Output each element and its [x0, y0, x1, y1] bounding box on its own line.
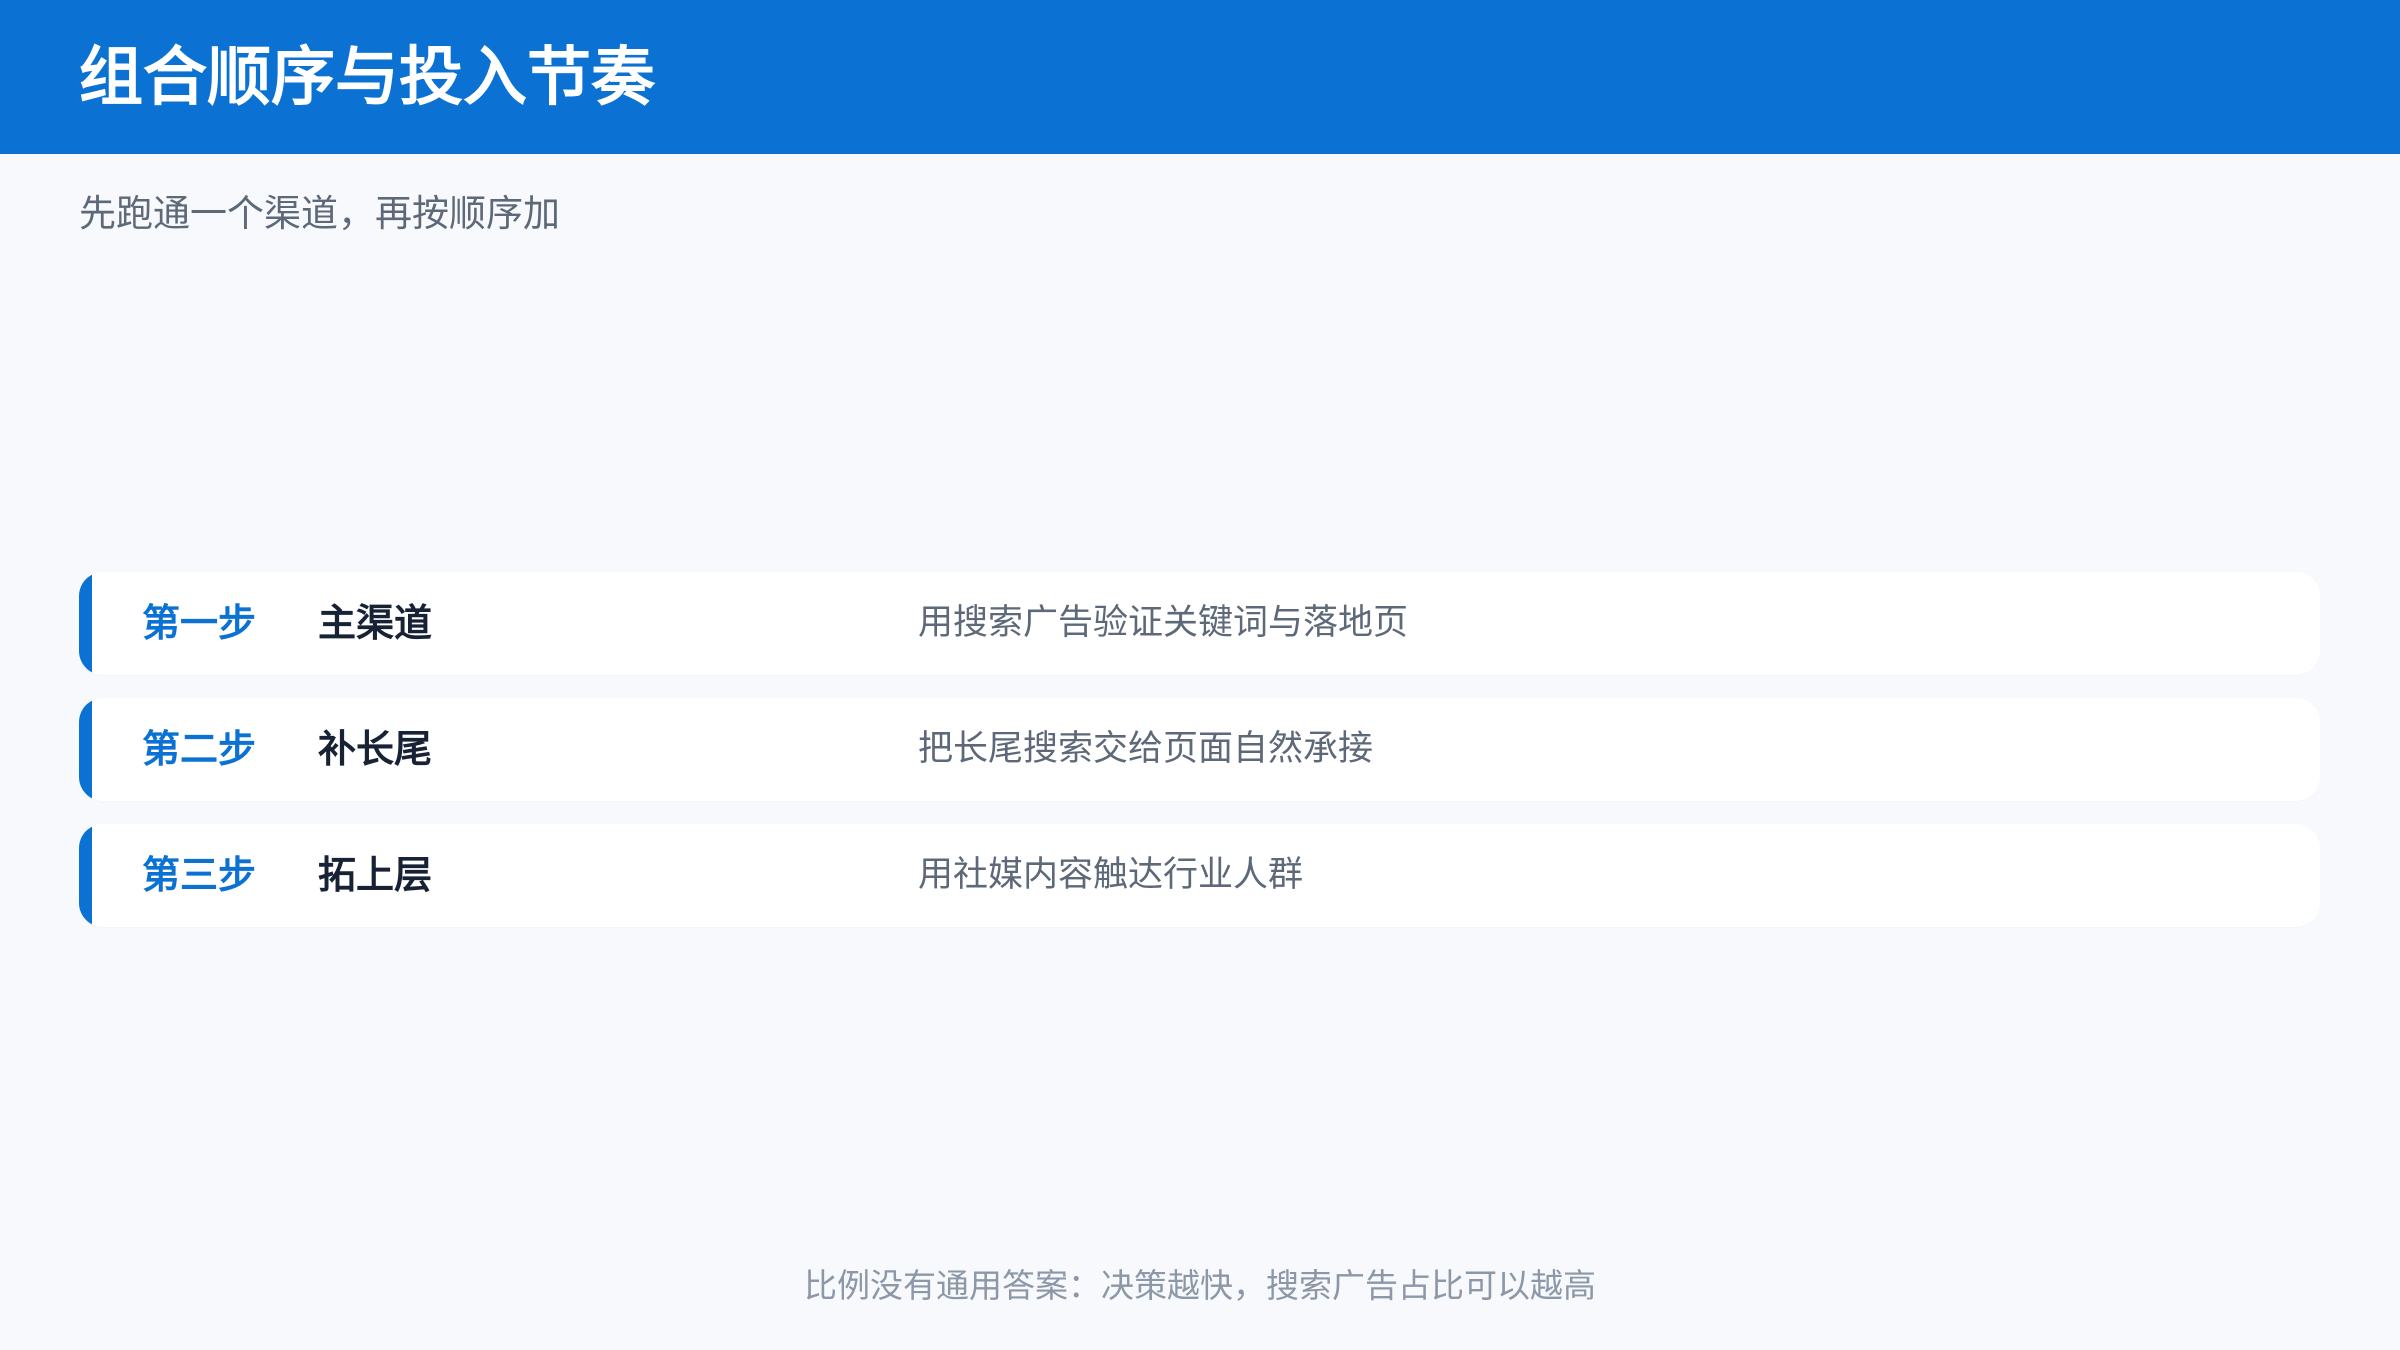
- footer-note: 比例没有通用答案：决策越快，搜索广告占比可以越高: [804, 1266, 1596, 1305]
- page-title: 组合顺序与投入节奏: [79, 41, 655, 115]
- step-row-3: 第三步 拓上层 用社媒内容触达行业人群: [79, 824, 2320, 927]
- step-row-2: 第二步 补长尾 把长尾搜索交给页面自然承接: [79, 698, 2320, 801]
- step-label: 第一步: [142, 601, 257, 645]
- page-subtitle: 先跑通一个渠道，再按顺序加: [79, 192, 560, 235]
- step-label: 第三步: [142, 853, 257, 897]
- step-channel: 主渠道: [318, 601, 433, 645]
- step-description: 把长尾搜索交给页面自然承接: [918, 729, 1374, 769]
- step-channel: 拓上层: [318, 853, 433, 897]
- step-label: 第二步: [142, 727, 257, 771]
- step-description: 用搜索广告验证关键词与落地页: [918, 603, 1409, 643]
- step-channel: 补长尾: [318, 727, 433, 771]
- channel-steps-list: 第一步 主渠道 用搜索广告验证关键词与落地页 第二步 补长尾 把长尾搜索交给页面…: [79, 572, 2320, 950]
- page-header: 组合顺序与投入节奏: [0, 0, 2400, 154]
- step-row-1: 第一步 主渠道 用搜索广告验证关键词与落地页: [79, 572, 2320, 675]
- step-description: 用社媒内容触达行业人群: [918, 855, 1304, 895]
